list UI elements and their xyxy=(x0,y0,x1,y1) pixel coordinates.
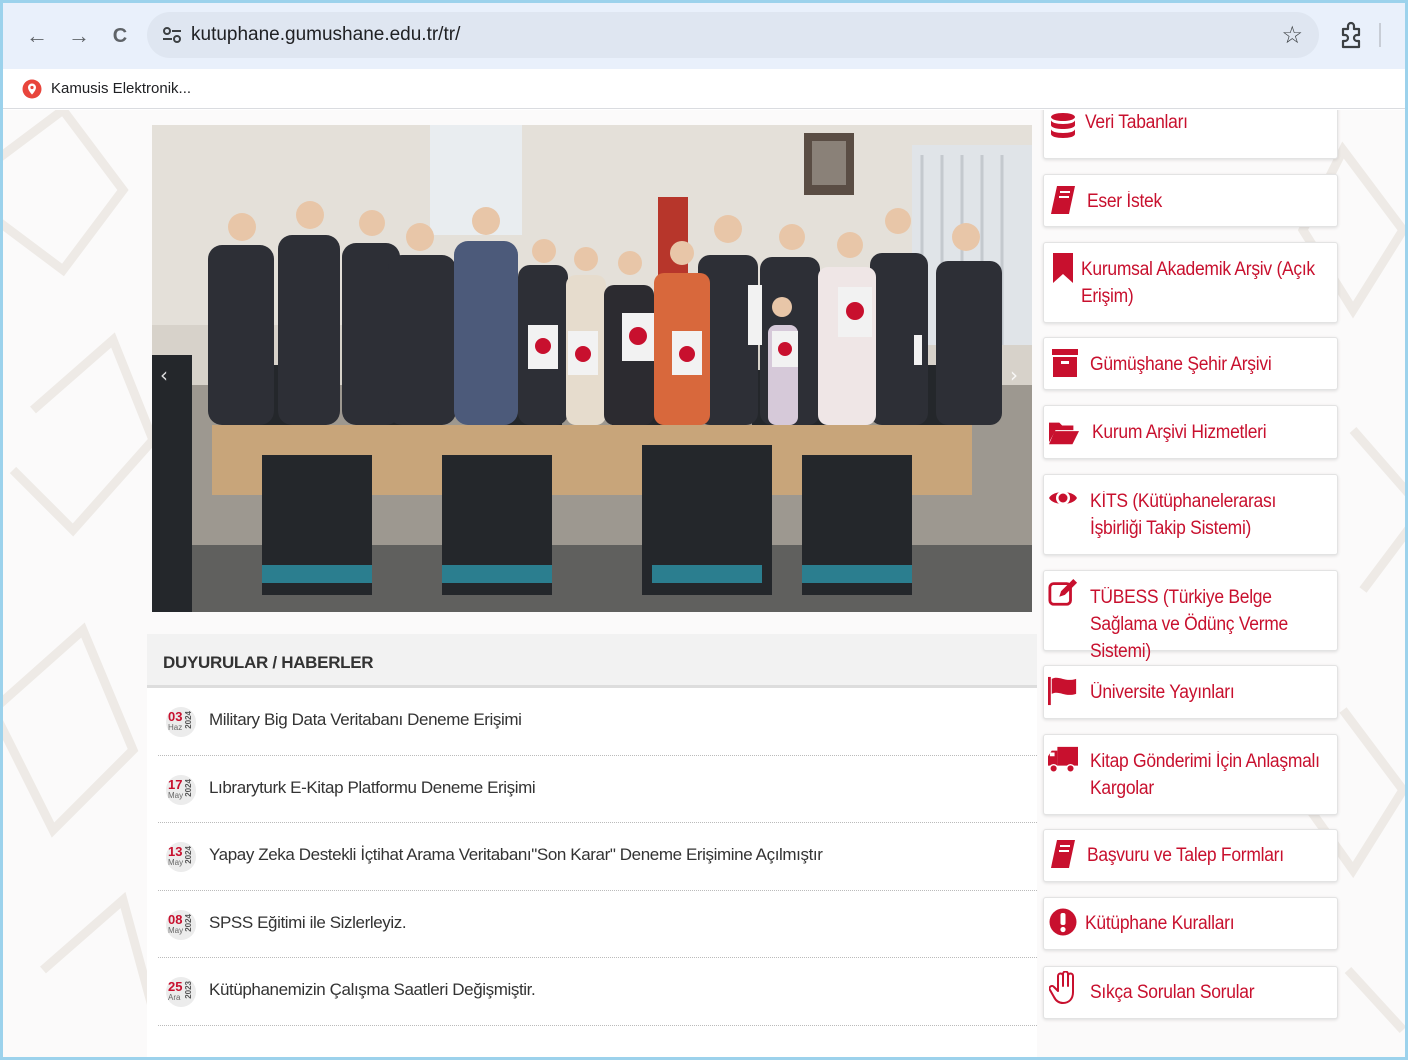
date-month: Ara xyxy=(168,993,181,1002)
date-year: 2024 xyxy=(184,913,193,932)
announcements-list: 03 Haz 2024 Military Big Data Veritabanı… xyxy=(147,688,1037,1026)
extensions-icon[interactable] xyxy=(1339,21,1365,49)
sidebar-item-kargolar[interactable]: Kitap Gönderimi İçin Anlaşmalı Kargolar xyxy=(1043,734,1338,815)
news-title-link[interactable]: Lıbraryturk E-Kitap Platformu Deneme Eri… xyxy=(209,778,536,798)
book-icon xyxy=(1048,185,1078,215)
date-day: 08 xyxy=(168,911,183,927)
sidebar-item-label: Kütüphane Kuralları xyxy=(1085,913,1235,934)
sidebar-item-kurumsal-arsiv[interactable]: Kurumsal Akademik Arşiv (Açık Erişim) xyxy=(1043,242,1338,323)
news-title-link[interactable]: Kütüphanemizin Çalışma Saatleri Değişmiş… xyxy=(209,980,536,1000)
sidebar-item-kurum-arsivi[interactable]: Kurum Arşivi Hizmetleri xyxy=(1043,405,1338,459)
date-badge: 08 May 2024 xyxy=(166,909,196,940)
sidebar-item-sehir-arsivi[interactable]: Gümüşhane Şehir Arşivi xyxy=(1043,337,1338,390)
location-pin-icon xyxy=(22,79,42,99)
hand-icon xyxy=(1048,971,1078,1004)
bookmark-icon xyxy=(1048,253,1078,283)
sidebar-item-label: TÜBESS (Türkiye Belge Sağlama ve Ödünç V… xyxy=(1090,587,1288,662)
news-item[interactable]: 03 Haz 2024 Military Big Data Veritabanı… xyxy=(158,688,1037,756)
news-item[interactable]: 13 May 2024 Yapay Zeka Destekli İçtihat … xyxy=(158,823,1037,891)
sidebar-item-tubess[interactable]: TÜBESS (Türkiye Belge Sağlama ve Ödünç V… xyxy=(1043,570,1338,662)
sidebar-item-label: Sıkça Sorulan Sorular xyxy=(1090,982,1255,1003)
sidebar-item-label: KİTS (Kütüphanelerarası İşbirliği Takip … xyxy=(1090,491,1277,539)
back-button[interactable]: ← xyxy=(24,23,50,49)
date-badge: 13 May 2024 xyxy=(166,842,196,872)
announcements-heading: DUYURULAR / HABERLER xyxy=(147,634,1037,688)
truck-icon xyxy=(1048,745,1078,775)
date-year: 2024 xyxy=(184,711,193,729)
page-content: ‹ › DUYURULAR / HABERLER 03 Haz 2024 Mil… xyxy=(3,110,1405,1057)
sidebar-item-kutuphane-kurallari[interactable]: Kütüphane Kuralları xyxy=(1043,897,1338,950)
slider-next-button[interactable]: › xyxy=(1010,363,1018,387)
news-title-link[interactable]: Military Big Data Veritabanı Deneme Eriş… xyxy=(209,710,522,730)
exclamation-icon xyxy=(1048,907,1078,937)
sidebar-item-label: Gümüşhane Şehir Arşivi xyxy=(1090,354,1272,375)
date-year: 2024 xyxy=(184,778,193,797)
sidebar-item-label: Eser İstek xyxy=(1087,191,1162,212)
sidebar-item-label: Üniversite Yayınları xyxy=(1090,682,1235,703)
news-item[interactable]: 25 Ara 2023 Kütüphanemizin Çalışma Saatl… xyxy=(158,958,1037,1026)
date-month: May xyxy=(168,790,184,800)
bookmarks-bar: Kamusis Elektronik... xyxy=(3,69,1405,109)
sidebar-item-basvuru-formlari[interactable]: Başvuru ve Talep Formları xyxy=(1043,829,1338,882)
sidebar-item-label: Kurumsal Akademik Arşiv (Açık Erişim) xyxy=(1081,259,1315,307)
sidebar-item-label: Kurum Arşivi Hizmetleri xyxy=(1092,422,1267,443)
photo-slider[interactable]: ‹ › xyxy=(152,125,1032,612)
sidebar-item-sss[interactable]: Sıkça Sorulan Sorular xyxy=(1043,966,1338,1019)
toolbar-divider xyxy=(1379,23,1381,47)
book-icon xyxy=(1048,839,1078,869)
browser-window: ← → C kutuphane.gumushane.edu.tr/tr/ ☆ K… xyxy=(0,0,1408,1060)
sidebar-item-label: Kitap Gönderimi İçin Anlaşmalı Kargolar xyxy=(1090,751,1320,799)
news-title-link[interactable]: Yapay Zeka Destekli İçtihat Arama Verita… xyxy=(209,845,823,865)
sidebar-item-kits[interactable]: KİTS (Kütüphanelerarası İşbirliği Takip … xyxy=(1043,474,1338,555)
date-month: May xyxy=(168,858,184,867)
eye-icon xyxy=(1048,483,1078,513)
date-month: May xyxy=(168,925,184,935)
date-day: 17 xyxy=(168,776,183,792)
group-photo xyxy=(152,125,1032,612)
date-badge: 25 Ara 2023 xyxy=(166,977,196,1007)
date-year: 2024 xyxy=(184,846,193,864)
date-day: 03 xyxy=(168,709,183,724)
sidebar-item-label: Veri Tabanları xyxy=(1085,112,1188,133)
sidebar-item-veri-tabanlari[interactable]: Veri Tabanları xyxy=(1043,110,1338,159)
sidebar-item-eser-istek[interactable]: Eser İstek xyxy=(1043,174,1338,227)
slider-prev-button[interactable]: ‹ xyxy=(160,363,168,387)
sidebar-item-universite-yayinlari[interactable]: Üniversite Yayınları xyxy=(1043,665,1338,719)
flag-icon xyxy=(1048,676,1078,706)
bookmark-star-icon[interactable]: ☆ xyxy=(1281,21,1303,50)
news-item[interactable]: 08 May 2024 SPSS Eğitimi ile Sizlerleyiz… xyxy=(158,891,1037,958)
announcements-panel: DUYURULAR / HABERLER 03 Haz 2024 Militar… xyxy=(147,634,1037,1057)
forward-button[interactable]: → xyxy=(66,23,92,49)
reload-button[interactable]: C xyxy=(107,23,133,49)
news-title-link[interactable]: SPSS Eğitimi ile Sizlerleyiz. xyxy=(209,913,407,933)
address-bar[interactable]: kutuphane.gumushane.edu.tr/tr/ ☆ xyxy=(147,12,1319,58)
news-item[interactable]: 17 May 2024 Lıbraryturk E-Kitap Platform… xyxy=(158,756,1037,823)
date-day: 25 xyxy=(168,979,183,994)
folder-open-icon xyxy=(1049,417,1079,447)
sidebar-item-label: Başvuru ve Talep Formları xyxy=(1087,845,1284,866)
date-badge: 17 May 2024 xyxy=(166,774,196,805)
bookmark-item-kamusis[interactable]: Kamusis Elektronik... xyxy=(51,80,191,97)
date-day: 13 xyxy=(168,844,183,859)
date-month: Haz xyxy=(168,723,183,732)
edit-icon xyxy=(1048,578,1078,608)
database-icon xyxy=(1048,111,1078,141)
date-badge: 03 Haz 2024 xyxy=(166,707,196,737)
site-settings-icon[interactable] xyxy=(161,24,183,46)
date-year: 2023 xyxy=(184,981,193,999)
browser-toolbar: ← → C kutuphane.gumushane.edu.tr/tr/ ☆ xyxy=(3,3,1405,69)
archive-icon xyxy=(1050,348,1080,378)
url-text[interactable]: kutuphane.gumushane.edu.tr/tr/ xyxy=(191,24,460,46)
